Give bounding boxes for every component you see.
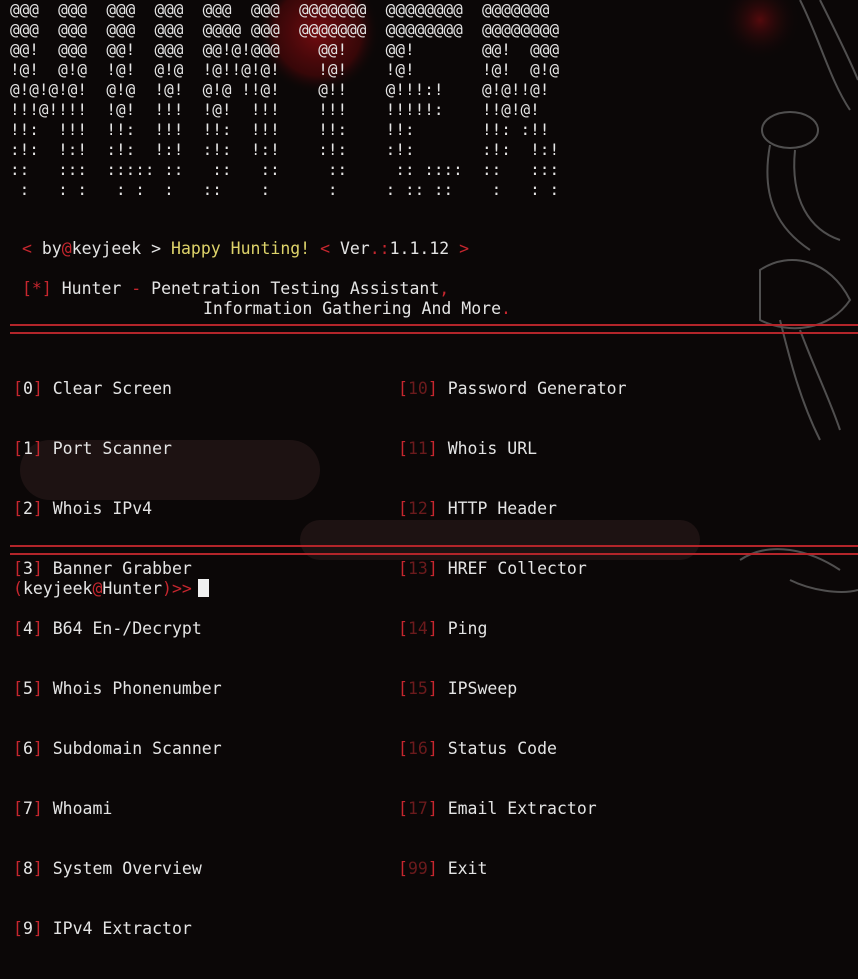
version-number: 1.1.12 — [389, 239, 450, 258]
by-label: by — [41, 239, 62, 258]
ascii-line: :: ::: ::::: :: :: :: :: :: :::: :: ::: — [10, 160, 560, 179]
tagline-period: . — [501, 299, 511, 318]
menu-item[interactable]: [6] Subdomain Scanner — [13, 739, 222, 759]
ascii-line: @@@ @@@ @@@ @@@ @@@@ @@@ @@@@@@@ @@@@@@@… — [10, 20, 560, 39]
tagline-bullet: [*] — [22, 279, 52, 298]
version-separator: .: — [369, 239, 390, 258]
prompt-arrows: >> — [171, 579, 192, 598]
menu-item[interactable]: [16] Status Code — [398, 739, 627, 759]
menu-item[interactable]: [5] Whois Phonenumber — [13, 679, 222, 699]
prompt-paren-close: ) — [162, 579, 172, 598]
menu-item[interactable]: [2] Whois IPv4 — [13, 499, 222, 519]
ascii-line: : : : : : : :: : : : :: :: : : : — [10, 180, 560, 199]
menu-item[interactable]: [14] Ping — [398, 619, 627, 639]
menu-item[interactable]: [1] Port Scanner — [13, 439, 222, 459]
tagline-text: Information Gathering And More — [203, 299, 502, 318]
menu-item[interactable]: [10] Password Generator — [398, 379, 627, 399]
at-sign: @ — [61, 239, 72, 258]
terminal-window: @@@ @@@ @@@ @@@ @@@ @@@ @@@@@@@ @@@@@@@@… — [0, 0, 858, 938]
ascii-line: @@@ @@@ @@@ @@@ @@@ @@@ @@@@@@@ @@@@@@@@… — [10, 0, 550, 19]
tagline-dash: - — [131, 279, 142, 298]
prompt-at: @ — [92, 579, 103, 598]
prompt-user: keyjeek — [22, 579, 93, 598]
menu-item[interactable]: [9] IPv4 Extractor — [13, 919, 222, 939]
tagline-comma: , — [439, 279, 450, 298]
author-version-line: < by@keyjeek > Happy Hunting! < Ver.:1.1… — [22, 239, 469, 259]
menu-item[interactable]: [4] B64 En-/Decrypt — [13, 619, 222, 639]
text-cursor[interactable] — [197, 579, 209, 597]
separator-top — [10, 324, 858, 334]
menu-item[interactable]: [7] Whoami — [13, 799, 222, 819]
ascii-line: @!@!@!@! @!@ !@! @!@ !!@! @!! @!!!:! @!@… — [10, 80, 550, 99]
tagline-text: Penetration Testing Assistant — [151, 279, 440, 298]
ascii-line: :!: !:! :!: !:! :!: !:! :!: :!: :!: !:! — [10, 140, 560, 159]
menu-item[interactable]: [13] HREF Collector — [398, 559, 627, 579]
menu-item[interactable]: [8] System Overview — [13, 859, 222, 879]
bracket-close: > — [459, 239, 470, 258]
bracket-open: < — [22, 239, 32, 258]
menu-item[interactable]: [0] Clear Screen — [13, 379, 222, 399]
menu-right-column: [10] Password Generator [11] Whois URL [… — [398, 339, 627, 919]
menu-item[interactable]: [11] Whois URL — [398, 439, 627, 459]
ascii-line: !@! @!@ !@! @!@ !@!!@!@! !@! !@! !@! @!@ — [10, 60, 560, 79]
menu-item[interactable]: [12] HTTP Header — [398, 499, 627, 519]
tool-name: Hunter — [61, 279, 122, 298]
menu-item[interactable]: [99] Exit — [398, 859, 627, 879]
separator-bottom — [10, 545, 858, 555]
greeting-text: Happy Hunting! — [171, 239, 311, 258]
ascii-line: @@! @@@ @@! @@@ @@!@!@@@ @@! @@! @@! @@@ — [10, 40, 560, 59]
command-prompt[interactable]: (keyjeek@Hunter)>> — [13, 579, 209, 599]
tagline-line-1: [*] Hunter - Penetration Testing Assista… — [22, 279, 449, 299]
author-name: keyjeek — [71, 239, 142, 258]
ascii-line: !!: !!! !!: !!! !!: !!! !!: !!: !!: :!! — [10, 120, 550, 139]
prompt-host: Hunter — [102, 579, 163, 598]
menu-item[interactable]: [15] IPSweep — [398, 679, 627, 699]
hunter-ascii-logo: @@@ @@@ @@@ @@@ @@@ @@@ @@@@@@@ @@@@@@@@… — [10, 0, 559, 200]
ascii-line: !!!@!!!! !@! !!! !@! !!! !!! !!!!!: !!@!… — [10, 100, 540, 119]
bracket-close: > — [151, 239, 162, 258]
menu-left-column: [0] Clear Screen [1] Port Scanner [2] Wh… — [13, 339, 222, 979]
menu-item[interactable]: [17] Email Extractor — [398, 799, 627, 819]
prompt-paren-open: ( — [13, 579, 23, 598]
menu-item[interactable]: [3] Banner Grabber — [13, 559, 222, 579]
version-label: Ver — [339, 239, 370, 258]
tagline-line-2: Information Gathering And More. — [203, 299, 511, 319]
bracket-open: < — [320, 239, 330, 258]
